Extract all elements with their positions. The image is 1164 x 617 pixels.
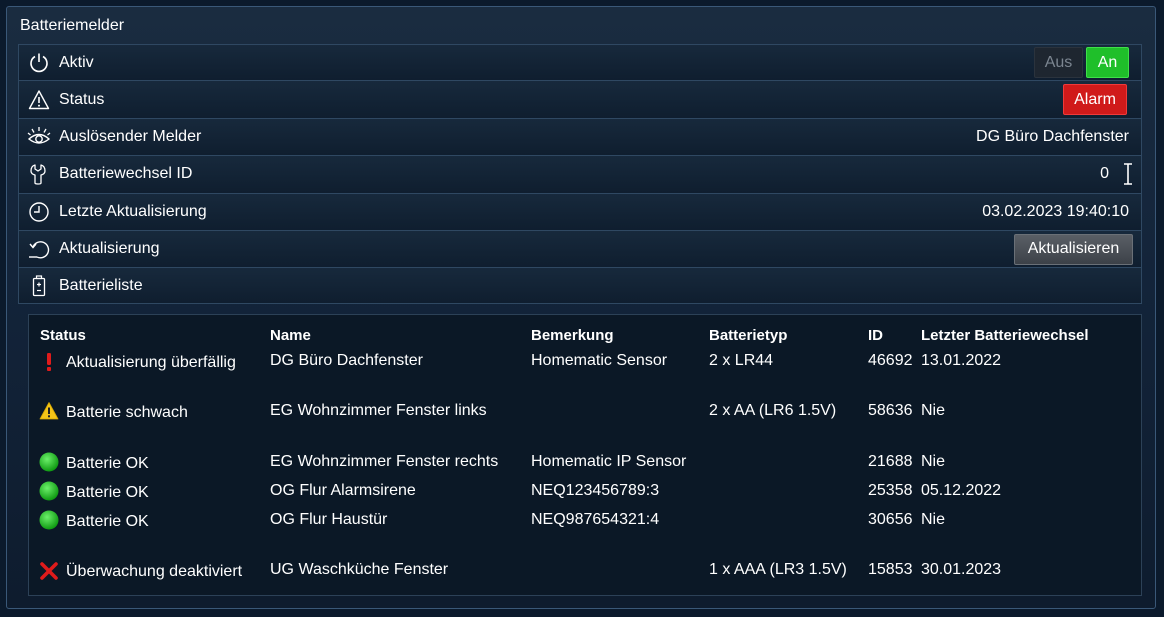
row-trigger: Auslösender Melder DG Büro Dachfenster <box>18 118 1142 157</box>
row-refresh: Aktualisierung Aktualisieren <box>18 230 1142 269</box>
aus-button[interactable]: Aus <box>1034 47 1083 79</box>
refresh-button[interactable]: Aktualisieren <box>1014 233 1133 265</box>
device-id: 25358 <box>868 482 913 499</box>
device-id: 46692 <box>868 352 913 369</box>
device-note: NEQ123456789:3 <box>531 482 660 499</box>
last-change: 30.01.2023 <box>921 561 1002 578</box>
alarm-badge: Alarm <box>1063 84 1127 116</box>
ok-dot-icon <box>39 510 59 530</box>
device-name: EG Wohnzimmer Fenster links <box>270 402 487 419</box>
device-name: OG Flur Alarmsirene <box>270 482 416 499</box>
status-text: Aktualisierung überfällig <box>66 354 236 371</box>
device-name: DG Büro Dachfenster <box>270 352 423 369</box>
refresh-label: Aktualisierung <box>59 240 160 258</box>
battery-type: 2 x LR44 <box>709 352 774 369</box>
col-header-type: Batterietyp <box>709 327 788 344</box>
battery-table: Status Name Bemerkung Batterietyp ID Let… <box>28 314 1142 596</box>
trigger-label: Auslösender Melder <box>59 127 202 145</box>
last-change: Nie <box>921 511 946 528</box>
property-rows: Aktiv Aus An Status Alarm Auslösender Me… <box>18 44 1142 305</box>
battery-list-label: Batterieliste <box>59 276 143 294</box>
status-text: Batterie OK <box>66 484 149 501</box>
an-button[interactable]: An <box>1086 47 1129 79</box>
last-change: Nie <box>921 453 946 470</box>
device-name: EG Wohnzimmer Fenster rechts <box>270 453 499 470</box>
panel-title: Batteriemelder <box>20 17 125 34</box>
status-label: Status <box>59 90 105 108</box>
device-name: OG Flur Haustür <box>270 511 388 528</box>
battery-type: 2 x AA (LR6 1.5V) <box>709 402 837 419</box>
col-header-status: Status <box>40 327 86 344</box>
cross-icon <box>40 562 58 580</box>
row-aktiv: Aktiv Aus An <box>18 44 1142 82</box>
eye-icon <box>19 119 59 155</box>
exclamation-icon <box>47 353 51 371</box>
change-id-label: Batteriewechsel ID <box>59 165 193 183</box>
status-text: Überwachung deaktiviert <box>66 563 243 580</box>
last-change: 05.12.2022 <box>921 482 1002 499</box>
device-id: 58636 <box>868 402 913 419</box>
status-text: Batterie OK <box>66 455 149 472</box>
refresh-icon <box>19 231 59 267</box>
battery-type: 1 x AAA (LR3 1.5V) <box>709 561 847 578</box>
warning-icon <box>39 402 59 420</box>
ok-dot-icon <box>39 481 59 501</box>
trigger-value: DG Büro Dachfenster <box>976 127 1129 145</box>
change-id-value[interactable]: 0 <box>1100 165 1109 183</box>
row-last-update: Letzte Aktualisierung 03.02.2023 19:40:1… <box>18 193 1142 231</box>
warning-triangle-icon <box>19 81 59 117</box>
col-header-id: ID <box>868 327 883 344</box>
wrench-icon <box>19 156 59 192</box>
battery-monitor-panel: Batteriemelder Aktiv Aus An Status Alarm <box>6 6 1156 609</box>
last-change: 13.01.2022 <box>921 352 1002 369</box>
device-note: NEQ987654321:4 <box>531 511 660 528</box>
device-note: Homematic IP Sensor <box>531 453 687 470</box>
battery-icon <box>19 268 59 303</box>
clock-icon <box>19 194 59 230</box>
last-change: Nie <box>921 402 946 419</box>
device-id: 30656 <box>868 511 913 528</box>
device-id: 15853 <box>868 561 913 578</box>
row-status: Status Alarm <box>18 81 1142 119</box>
aktiv-label: Aktiv <box>59 53 94 71</box>
status-text: Batterie OK <box>66 513 149 530</box>
device-note: Homematic Sensor <box>531 352 668 369</box>
power-icon <box>19 45 59 80</box>
status-text: Batterie schwach <box>66 404 188 421</box>
row-battery-list: Batterieliste <box>18 268 1142 305</box>
col-header-note: Bemerkung <box>531 327 614 344</box>
device-name: UG Waschküche Fenster <box>270 561 449 578</box>
text-cursor-icon <box>1124 163 1132 186</box>
ok-dot-icon <box>39 452 59 472</box>
last-update-value: 03.02.2023 19:40:10 <box>982 202 1129 220</box>
last-update-label: Letzte Aktualisierung <box>59 202 207 220</box>
row-change-id: Batteriewechsel ID 0 <box>18 156 1142 194</box>
device-id: 21688 <box>868 453 913 470</box>
col-header-last: Letzter Batteriewechsel <box>921 327 1089 344</box>
col-header-name: Name <box>270 327 311 344</box>
